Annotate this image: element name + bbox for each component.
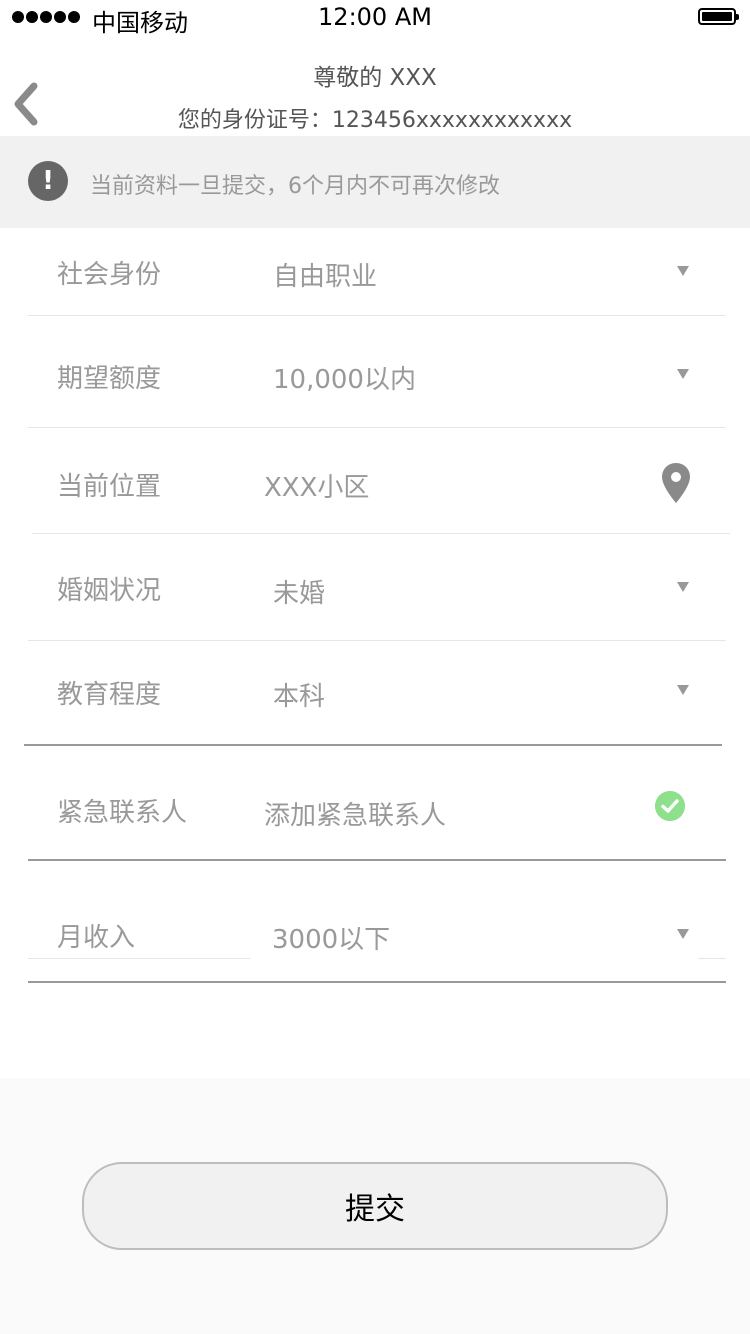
application-form-page: 中国移动 12:00 AM 尊敬的 XXX 您的身份证号：123456xxxxx… [0,0,750,1334]
expected-amount-value[interactable]: 10,000以内 [273,359,416,396]
dropdown-arrow-icon[interactable] [677,369,689,379]
divider [698,958,726,959]
status-time: 12:00 AM [318,3,432,31]
current-location-label: 当前位置 [57,472,162,502]
header: 尊敬的 XXX 您的身份证号：123456xxxxxxxxxxxx [0,36,750,136]
education-value[interactable]: 本科 [273,676,325,713]
status-bar: 中国移动 12:00 AM [0,0,750,37]
monthly-income-value[interactable]: 3000以下 [272,919,390,956]
exclamation-icon: ! [28,161,68,201]
monthly-income-row[interactable]: 月收入 3000以下 [0,861,750,981]
dropdown-arrow-icon[interactable] [677,685,689,695]
education-row[interactable]: 教育程度 本科 [0,641,750,744]
marital-status-value[interactable]: 未婚 [273,573,325,610]
greeting-title: 尊敬的 XXX [313,65,437,91]
divider [28,981,726,983]
id-number-line: 您的身份证号：123456xxxxxxxxxxxx [177,108,573,133]
current-location-row[interactable]: 当前位置 XXX小区 [0,428,750,533]
dropdown-arrow-icon[interactable] [677,582,689,592]
dropdown-arrow-icon[interactable] [677,266,689,276]
battery-icon [698,8,739,25]
notice-banner: ! 当前资料一旦提交，6个月内不可再次修改 [0,136,750,228]
monthly-income-label: 月收入 [57,923,136,953]
submit-button[interactable]: 提交 [82,1162,668,1250]
emergency-contact-value[interactable]: 添加紧急联系人 [264,795,446,832]
emergency-contact-row[interactable]: 紧急联系人 添加紧急联系人 [0,746,750,860]
marital-status-label: 婚姻状况 [57,576,162,606]
social-identity-value[interactable]: 自由职业 [273,256,377,293]
expected-amount-row[interactable]: 期望额度 10,000以内 [0,316,750,426]
divider [28,958,250,959]
expected-amount-label: 期望额度 [57,364,162,394]
social-identity-label: 社会身份 [57,260,162,290]
notice-text: 当前资料一旦提交，6个月内不可再次修改 [90,174,500,199]
check-circle-icon[interactable] [655,791,685,821]
marital-status-row[interactable]: 婚姻状况 未婚 [0,534,750,640]
social-identity-row[interactable]: 社会身份 自由职业 [0,228,750,316]
emergency-contact-label: 紧急联系人 [57,798,188,828]
dropdown-arrow-icon[interactable] [677,929,689,939]
current-location-value[interactable]: XXX小区 [264,467,369,504]
education-label: 教育程度 [57,680,162,710]
location-pin-icon[interactable] [661,462,691,504]
